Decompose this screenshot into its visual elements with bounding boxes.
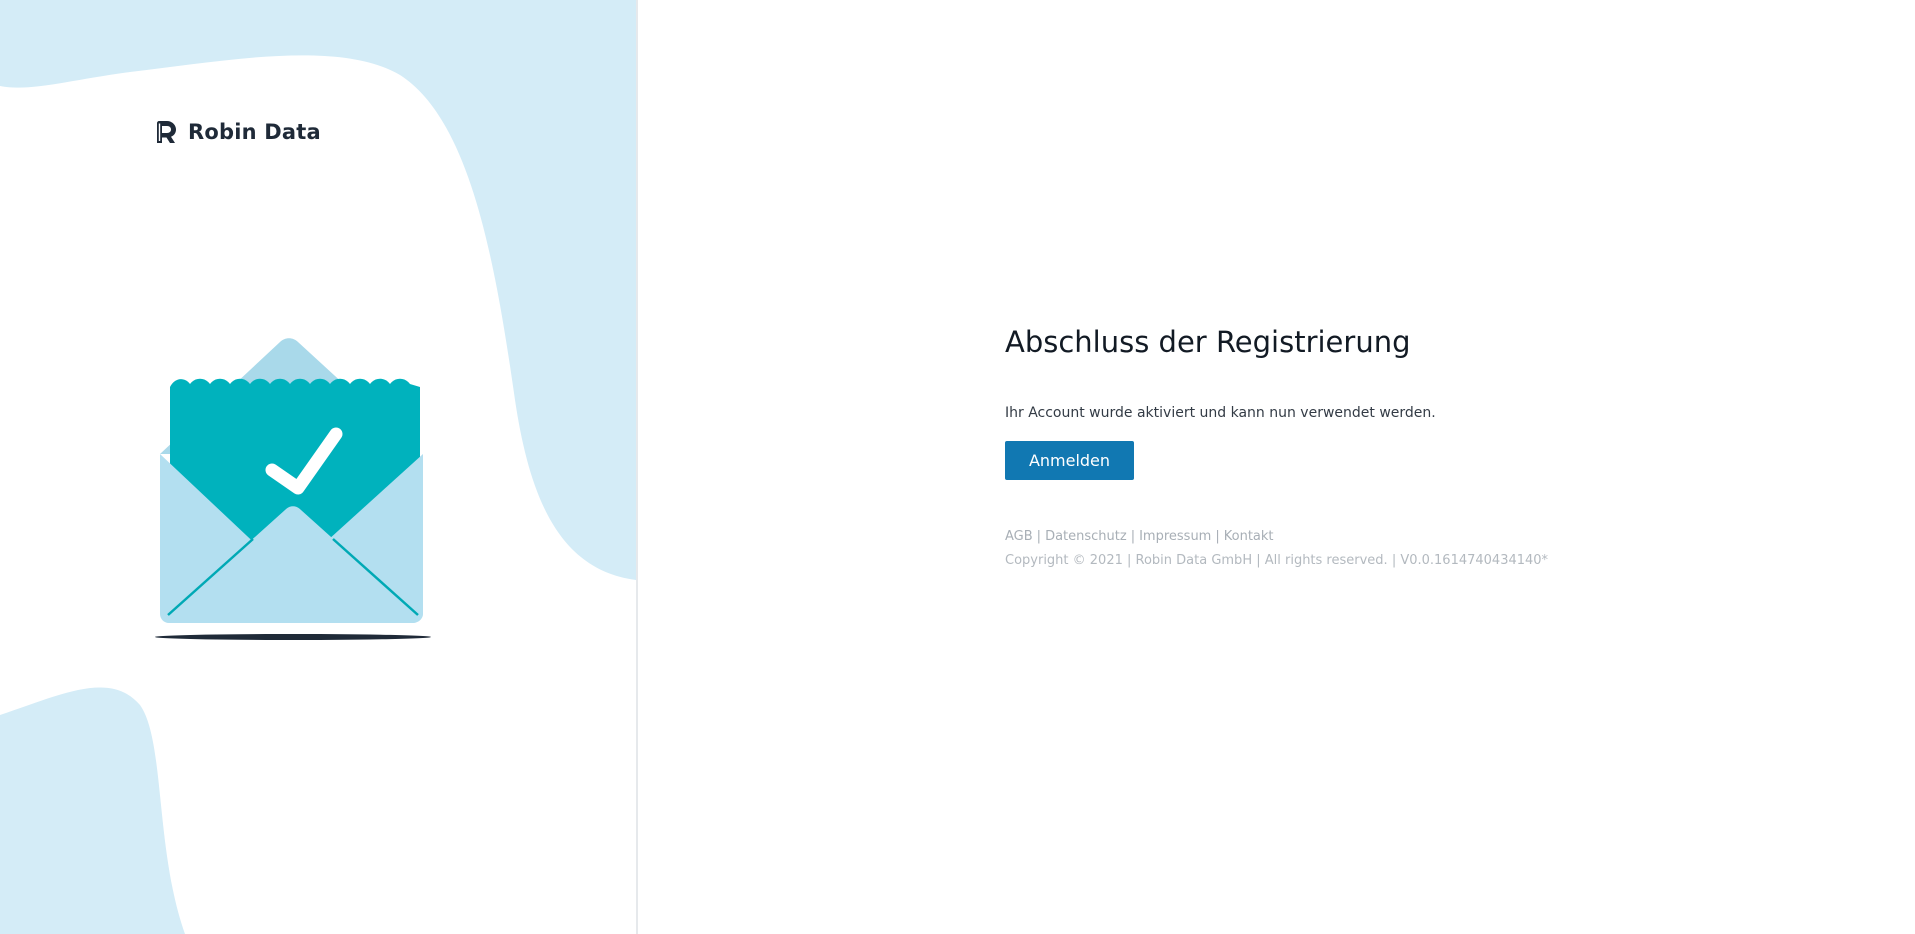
footer-link-datenschutz[interactable]: Datenschutz — [1045, 529, 1127, 544]
login-button[interactable]: Anmelden — [1005, 441, 1134, 480]
footer-separator: | — [1130, 529, 1136, 544]
activation-message: Ihr Account wurde aktiviert und kann nun… — [1005, 405, 1436, 421]
footer-separator: | — [1215, 529, 1220, 544]
footer-link-kontakt[interactable]: Kontakt — [1224, 529, 1274, 544]
footer-link-agb[interactable]: AGB — [1005, 529, 1033, 544]
illustration-panel: Robin Data — [0, 0, 638, 934]
brand-logo[interactable]: Robin Data — [154, 119, 321, 145]
registration-complete-content: Abschluss der Registrierung Ihr Account … — [1005, 322, 1705, 570]
page: Robin Data Abschluss der Registrierung I… — [0, 0, 1915, 934]
footer-link-impressum[interactable]: Impressum — [1139, 529, 1211, 544]
envelope-checkmark-icon — [155, 338, 431, 640]
copyright-text: Copyright © 2021 | Robin Data GmbH | All… — [1005, 553, 1549, 568]
footer-separator: | — [1036, 529, 1042, 544]
brand-name: Robin Data — [188, 120, 321, 144]
footer-links: AGB | Datenschutz | Impressum | Kontakt — [1005, 528, 1705, 546]
page-title: Abschluss der Registrierung — [1005, 325, 1411, 359]
robin-data-logo-icon — [157, 121, 176, 143]
